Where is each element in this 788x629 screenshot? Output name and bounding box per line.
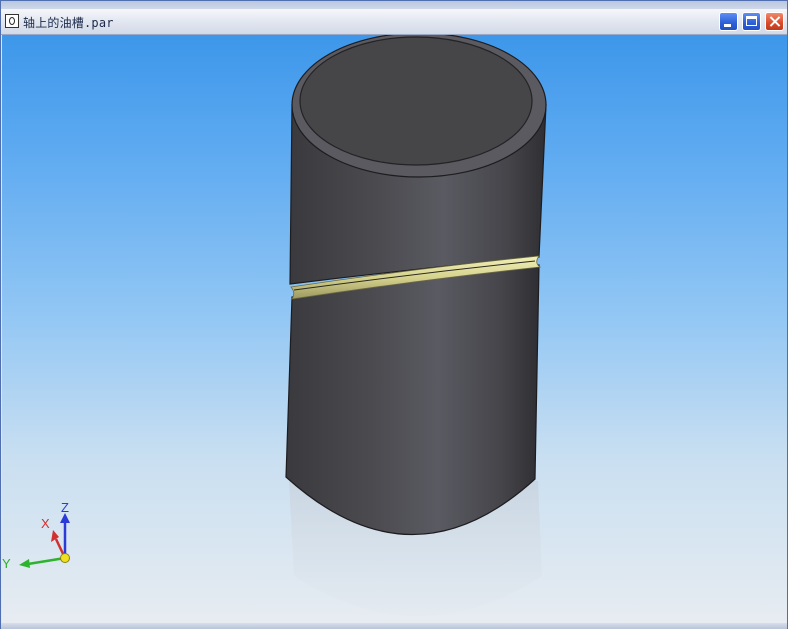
3d-viewport[interactable]: Z X Y <box>2 35 787 623</box>
y-axis-label: Y <box>2 556 11 571</box>
close-button[interactable] <box>765 12 784 31</box>
document-icon[interactable] <box>5 14 19 28</box>
window-top-strip <box>1 1 787 9</box>
z-axis-label: Z <box>61 500 69 515</box>
x-axis-label: X <box>41 516 50 531</box>
minimize-button[interactable] <box>719 12 738 31</box>
window-title: 轴上的油槽.par <box>23 16 114 30</box>
window-bottom-border <box>1 623 787 629</box>
title-bar[interactable]: 轴上的油槽.par <box>1 9 787 35</box>
shaft-top-face[interactable] <box>299 36 533 166</box>
shaft-lower-body <box>285 264 540 536</box>
maximize-button[interactable] <box>742 12 761 31</box>
part-window: 轴上的油槽.par Z X Y <box>0 0 788 629</box>
model-canvas[interactable] <box>2 35 787 623</box>
